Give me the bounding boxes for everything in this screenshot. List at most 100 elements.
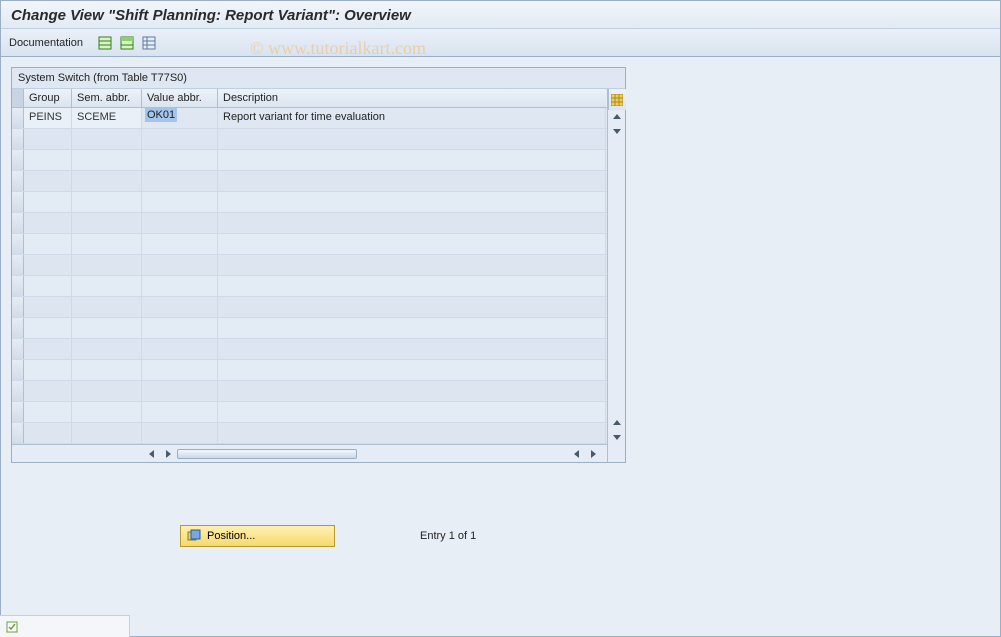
cell-value-abbr[interactable] bbox=[142, 297, 218, 317]
cell-value-abbr[interactable] bbox=[142, 255, 218, 275]
row-selector[interactable] bbox=[12, 171, 24, 191]
cell-description bbox=[218, 381, 606, 401]
column-header-description[interactable]: Description bbox=[218, 89, 606, 107]
cell-sem-abbr bbox=[72, 423, 142, 443]
scroll-down-arrow-icon[interactable] bbox=[613, 430, 621, 444]
page-title: Change View "Shift Planning: Report Vari… bbox=[11, 7, 411, 24]
cell-description bbox=[218, 423, 606, 443]
table-row-empty[interactable] bbox=[12, 360, 607, 381]
cell-group bbox=[24, 276, 72, 296]
cell-value-abbr[interactable] bbox=[142, 276, 218, 296]
row-selector[interactable] bbox=[12, 276, 24, 296]
cell-value-abbr[interactable] bbox=[142, 213, 218, 233]
cell-sem-abbr bbox=[72, 318, 142, 338]
cell-value-abbr[interactable] bbox=[142, 192, 218, 212]
table-row-empty[interactable] bbox=[12, 402, 607, 423]
grid-config-icon[interactable] bbox=[608, 89, 626, 110]
cell-sem-abbr bbox=[72, 276, 142, 296]
cell-value-abbr[interactable] bbox=[142, 150, 218, 170]
cell-description bbox=[218, 171, 606, 191]
scroll-up-arrow-icon[interactable] bbox=[613, 110, 621, 124]
table-row-empty[interactable] bbox=[12, 171, 607, 192]
row-selector[interactable] bbox=[12, 255, 24, 275]
cell-value-abbr[interactable] bbox=[142, 381, 218, 401]
cell-group bbox=[24, 360, 72, 380]
table-expand-icon[interactable] bbox=[119, 35, 135, 51]
position-button[interactable]: Position... bbox=[180, 525, 335, 547]
cell-description: Report variant for time evaluation bbox=[218, 108, 606, 128]
cell-group bbox=[24, 339, 72, 359]
cell-value-abbr[interactable] bbox=[142, 318, 218, 338]
row-selector[interactable] bbox=[12, 318, 24, 338]
row-selector[interactable] bbox=[12, 234, 24, 254]
table-row-empty[interactable] bbox=[12, 423, 607, 444]
cell-value-abbr[interactable] bbox=[142, 402, 218, 422]
row-selector[interactable] bbox=[12, 360, 24, 380]
vertical-scrollbar bbox=[607, 89, 625, 462]
select-all-column-header[interactable] bbox=[12, 89, 24, 107]
cell-value-abbr[interactable] bbox=[142, 234, 218, 254]
row-selector[interactable] bbox=[12, 297, 24, 317]
row-selector[interactable] bbox=[12, 108, 24, 128]
cell-value-abbr[interactable] bbox=[142, 171, 218, 191]
documentation-menu[interactable]: Documentation bbox=[9, 37, 83, 49]
row-selector[interactable] bbox=[12, 423, 24, 443]
app-window: Change View "Shift Planning: Report Vari… bbox=[0, 0, 1001, 637]
cell-sem-abbr bbox=[72, 339, 142, 359]
cell-group bbox=[24, 318, 72, 338]
table-row-empty[interactable] bbox=[12, 381, 607, 402]
table-view-icon[interactable] bbox=[97, 35, 113, 51]
table-row-empty[interactable] bbox=[12, 255, 607, 276]
table-row-empty[interactable] bbox=[12, 339, 607, 360]
cell-value-abbr[interactable] bbox=[142, 339, 218, 359]
row-selector[interactable] bbox=[12, 213, 24, 233]
cell-description bbox=[218, 402, 606, 422]
cell-value-abbr[interactable] bbox=[142, 423, 218, 443]
cell-group bbox=[24, 213, 72, 233]
column-header-group[interactable]: Group bbox=[24, 89, 72, 107]
scroll-left-arrow-icon[interactable] bbox=[145, 447, 159, 461]
column-header-value-abbr[interactable]: Value abbr. bbox=[142, 89, 218, 107]
scroll-up-step-icon[interactable] bbox=[613, 416, 621, 430]
row-selector[interactable] bbox=[12, 339, 24, 359]
cell-description bbox=[218, 234, 606, 254]
scroll-right-arrow-icon[interactable] bbox=[586, 447, 600, 461]
content-area: System Switch (from Table T77S0) Group S… bbox=[1, 57, 1000, 473]
table-row-empty[interactable] bbox=[12, 213, 607, 234]
scroll-right-step-icon[interactable] bbox=[161, 447, 175, 461]
table-row-empty[interactable] bbox=[12, 129, 607, 150]
cell-value-abbr[interactable] bbox=[142, 360, 218, 380]
cell-sem-abbr bbox=[72, 192, 142, 212]
cell-group bbox=[24, 423, 72, 443]
table-settings-icon[interactable] bbox=[141, 35, 157, 51]
table-row-empty[interactable] bbox=[12, 192, 607, 213]
scroll-down-step-icon[interactable] bbox=[613, 124, 621, 138]
cell-description bbox=[218, 360, 606, 380]
row-selector[interactable] bbox=[12, 192, 24, 212]
row-selector[interactable] bbox=[12, 129, 24, 149]
table-row-empty[interactable] bbox=[12, 234, 607, 255]
cell-group bbox=[24, 192, 72, 212]
status-icon bbox=[6, 621, 18, 633]
cell-value-abbr[interactable]: OK01 bbox=[142, 108, 218, 128]
table-row-empty[interactable] bbox=[12, 297, 607, 318]
table-row-empty[interactable] bbox=[12, 150, 607, 171]
cell-description bbox=[218, 192, 606, 212]
cell-sem-abbr bbox=[72, 360, 142, 380]
cell-group bbox=[24, 171, 72, 191]
row-selector[interactable] bbox=[12, 150, 24, 170]
column-header-sem-abbr[interactable]: Sem. abbr. bbox=[72, 89, 142, 107]
row-selector[interactable] bbox=[12, 402, 24, 422]
cell-description bbox=[218, 255, 606, 275]
horizontal-scroll-thumb[interactable] bbox=[177, 449, 357, 459]
data-grid: Group Sem. abbr. Value abbr. Description… bbox=[12, 89, 625, 462]
position-button-label: Position... bbox=[207, 530, 255, 542]
table-row[interactable]: PEINSSCEMEOK01Report variant for time ev… bbox=[12, 108, 607, 129]
table-row-empty[interactable] bbox=[12, 276, 607, 297]
table-row-empty[interactable] bbox=[12, 318, 607, 339]
cell-value-abbr[interactable] bbox=[142, 129, 218, 149]
cell-group bbox=[24, 129, 72, 149]
row-selector[interactable] bbox=[12, 381, 24, 401]
cell-description bbox=[218, 129, 606, 149]
scroll-left-step-icon[interactable] bbox=[570, 447, 584, 461]
